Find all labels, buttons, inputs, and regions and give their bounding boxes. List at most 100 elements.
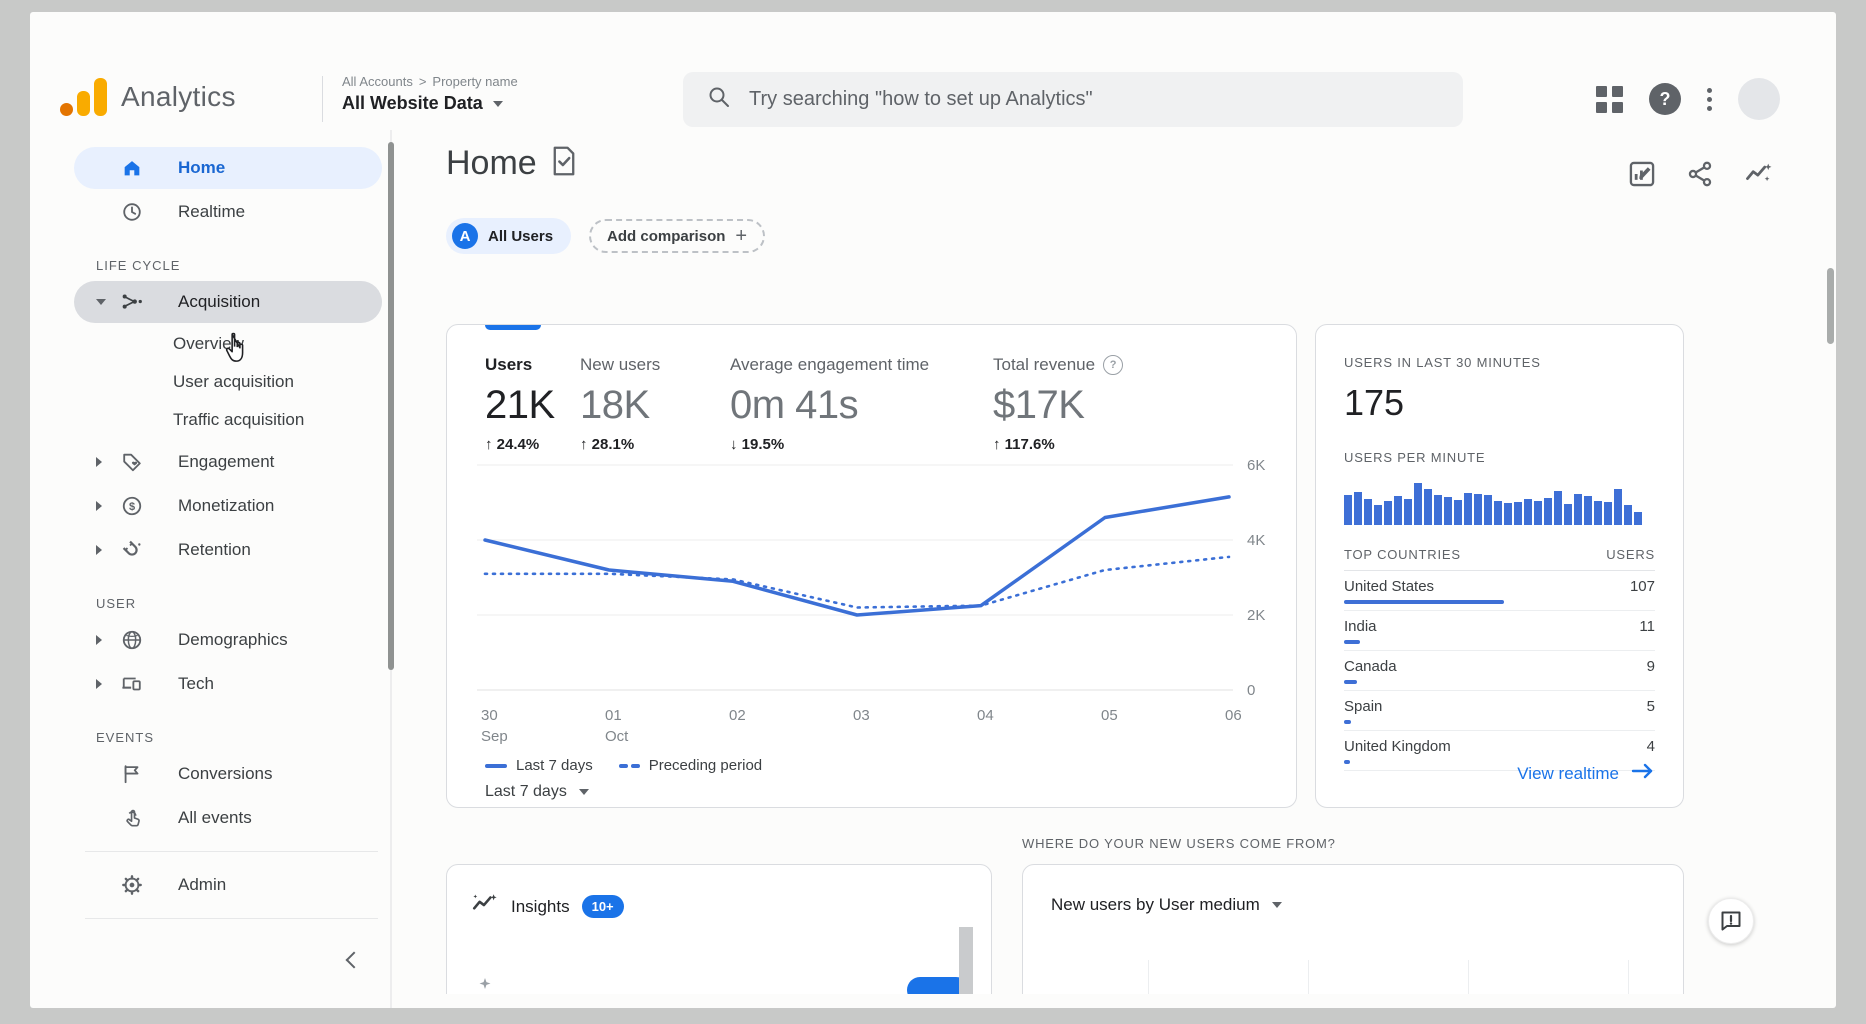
svg-text:Oct: Oct	[605, 728, 629, 745]
minute-bar	[1524, 499, 1532, 525]
sidebar-item-conversions[interactable]: Conversions	[74, 753, 382, 795]
sidebar-collapse-icon[interactable]	[346, 952, 363, 969]
minute-bar	[1514, 502, 1522, 525]
add-comparison-button[interactable]: Add comparison +	[589, 219, 765, 253]
card-scrollbar[interactable]	[959, 927, 973, 994]
header-actions: ?	[1596, 78, 1780, 120]
sidebar-item-label: Demographics	[178, 630, 288, 650]
minute-bar	[1464, 493, 1472, 525]
sidebar-item-label: Home	[178, 158, 225, 178]
feedback-button[interactable]	[1708, 898, 1754, 944]
legend-label: Last 7 days	[516, 757, 593, 774]
table-row[interactable]: Spain5	[1344, 691, 1655, 731]
country-name: India	[1344, 618, 1377, 635]
svg-text:2K: 2K	[1247, 607, 1265, 624]
analytics-logo[interactable]: Analytics	[60, 78, 236, 116]
sidebar-subitem-label: User acquisition	[173, 372, 294, 392]
share-button[interactable]	[1686, 160, 1714, 188]
page-title: Home	[446, 144, 537, 183]
legend-preceding-period: Preceding period	[619, 757, 762, 774]
property-selector[interactable]: All Accounts > Property name All Website…	[342, 74, 518, 114]
minute-bar	[1434, 495, 1442, 525]
table-row[interactable]: Canada9	[1344, 651, 1655, 691]
customize-report-button[interactable]	[1628, 160, 1656, 188]
sidebar-item-overview[interactable]: Overview	[74, 325, 382, 363]
metric-label: New users	[580, 355, 730, 375]
countries-table-header: TOP COUNTRIES USERS	[1344, 547, 1655, 571]
minute-bar	[1344, 495, 1352, 525]
sidebar-item-label: Admin	[178, 875, 226, 895]
sidebar-item-label: Realtime	[178, 202, 245, 222]
breadcrumb-property: Property name	[432, 74, 517, 89]
minute-bar	[1534, 501, 1542, 525]
table-row[interactable]: United States107	[1344, 571, 1655, 611]
metric-label: Average engagement time	[730, 355, 993, 375]
realtime-title: USERS IN LAST 30 MINUTES	[1344, 355, 1655, 370]
country-users: 5	[1647, 698, 1655, 715]
insights-icon	[471, 891, 499, 922]
medium-dimension-selector[interactable]: New users by User medium	[1051, 895, 1655, 915]
all-users-chip[interactable]: A All Users	[446, 218, 571, 254]
chevron-down-icon	[96, 299, 106, 305]
sidebar-item-label: All events	[178, 808, 252, 828]
sidebar-nav: Home Realtime LIFE CYCLE Acquisition Ove…	[30, 130, 398, 1008]
main-content: Home A All Users Add comparison +	[398, 130, 1836, 1008]
breadcrumb: All Accounts > Property name	[342, 74, 518, 89]
sidebar-item-engagement[interactable]: Engagement	[74, 441, 382, 483]
apps-grid-button[interactable]	[1596, 86, 1623, 113]
metric-value: $17K	[993, 383, 1123, 428]
help-icon: ?	[1649, 83, 1681, 115]
country-name: United States	[1344, 578, 1434, 595]
sidebar-scrollbar[interactable]	[388, 142, 394, 670]
sidebar-item-label: Acquisition	[178, 292, 260, 312]
country-bar	[1344, 720, 1351, 724]
more-options-button[interactable]	[1707, 88, 1712, 111]
sidebar-item-traffic-acquisition[interactable]: Traffic acquisition	[74, 401, 382, 439]
user-avatar[interactable]	[1738, 78, 1780, 120]
help-button[interactable]: ?	[1649, 83, 1681, 115]
minute-bar	[1494, 501, 1502, 525]
apps-grid-icon	[1596, 86, 1623, 113]
sidebar-item-label: Retention	[178, 540, 251, 560]
sidebar-item-label: Conversions	[178, 764, 273, 784]
help-icon[interactable]: ?	[1103, 355, 1123, 375]
users-line-chart: 6K4K2K030Sep01Oct0203040506	[477, 430, 1287, 760]
svg-text:02: 02	[729, 707, 746, 724]
view-realtime-link[interactable]: View realtime	[1517, 762, 1655, 785]
breadcrumb-accounts: All Accounts	[342, 74, 413, 89]
sidebar-item-user-acquisition[interactable]: User acquisition	[74, 363, 382, 401]
clock-icon	[120, 200, 144, 224]
sidebar-item-realtime[interactable]: Realtime	[74, 191, 382, 233]
realtime-users-value: 175	[1344, 382, 1655, 424]
retention-magnet-icon	[120, 538, 144, 562]
minute-bar	[1624, 505, 1632, 525]
sidebar-item-monetization[interactable]: $ Monetization	[74, 485, 382, 527]
sidebar-item-all-events[interactable]: All events	[74, 797, 382, 839]
country-bar	[1344, 760, 1350, 764]
new-users-section-label: WHERE DO YOUR NEW USERS COME FROM?	[1022, 836, 1336, 851]
medium-card-title: New users by User medium	[1051, 895, 1260, 915]
insights-button[interactable]	[1744, 160, 1774, 188]
users-trend-chart[interactable]: 6K4K2K030Sep01Oct0203040506	[477, 430, 1287, 765]
sidebar-item-tech[interactable]: Tech	[74, 663, 382, 705]
country-users: 4	[1647, 738, 1655, 755]
report-doc-check-icon[interactable]	[551, 146, 577, 181]
search-bar[interactable]	[683, 72, 1463, 127]
sidebar-section-label: LIFE CYCLE	[96, 251, 398, 279]
sidebar-item-acquisition[interactable]: Acquisition	[74, 281, 382, 323]
arrow-right-icon	[1631, 762, 1655, 785]
search-input[interactable]	[747, 87, 1453, 112]
gear-icon	[120, 873, 144, 897]
minute-bar	[1404, 499, 1412, 525]
sidebar-item-demographics[interactable]: Demographics	[74, 619, 382, 661]
monetization-icon: $	[120, 494, 144, 518]
chart-legend: Last 7 days Preceding period	[485, 757, 762, 774]
sidebar-item-retention[interactable]: Retention	[74, 529, 382, 571]
sidebar-item-admin[interactable]: Admin	[74, 864, 382, 906]
chevron-down-icon	[493, 101, 503, 107]
minute-bar	[1414, 483, 1422, 525]
table-row[interactable]: India11	[1344, 611, 1655, 651]
sidebar-item-home[interactable]: Home	[74, 147, 382, 189]
date-range-selector[interactable]: Last 7 days	[485, 783, 589, 801]
page-scrollbar[interactable]	[1827, 268, 1834, 344]
